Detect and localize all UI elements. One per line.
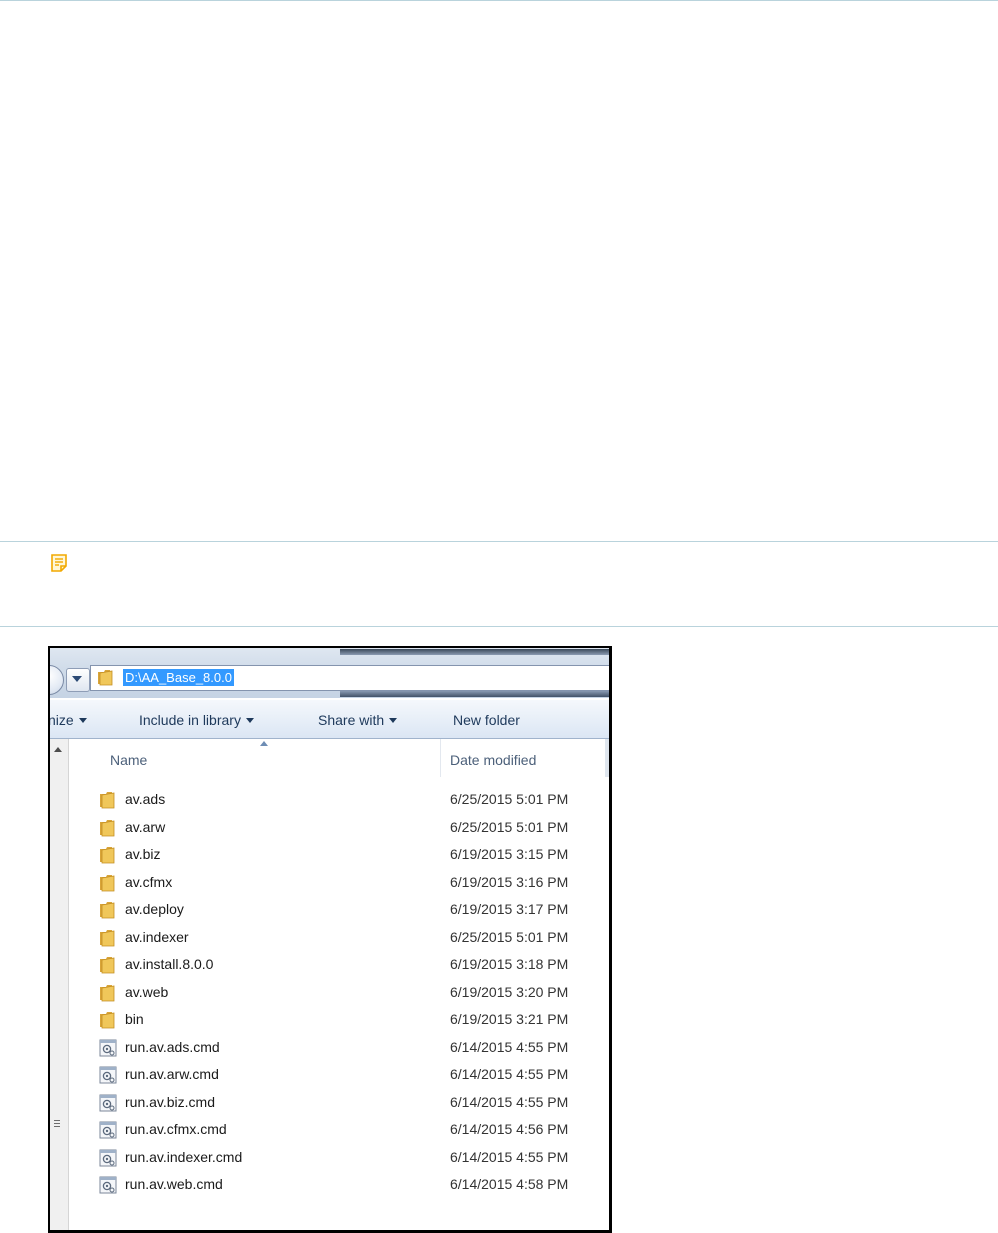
folder-icon: [100, 847, 115, 864]
cmd-file-icon: [99, 1039, 117, 1056]
note-bottom-divider: [0, 626, 998, 627]
file-name: av.biz: [125, 846, 161, 862]
folder-icon: [100, 819, 115, 836]
file-name: av.arw: [125, 818, 166, 835]
file-date-modified: 6/19/2015 3:18 PM: [450, 956, 569, 972]
file-list-item[interactable]: av.deploy 6/19/2015 3:17 PM: [69, 896, 609, 924]
file-name: av.web: [125, 983, 169, 1000]
file-date-modified: 6/14/2015 4:56 PM: [450, 1121, 569, 1137]
file-date-modified: 6/25/2015 5:01 PM: [450, 791, 569, 807]
chevron-down-icon: [72, 676, 82, 682]
file-date-modified: 6/25/2015 5:01 PM: [450, 928, 569, 945]
command-toolbar: nize Include in library Share with New f…: [50, 700, 609, 739]
back-button[interactable]: [50, 665, 64, 695]
organize-menu[interactable]: nize: [48, 711, 87, 729]
folder-icon: [100, 1012, 115, 1029]
file-name: av.deploy: [125, 901, 184, 917]
file-list-item[interactable]: av.arw 6/25/2015 5:01 PM: [69, 814, 609, 842]
address-bar[interactable]: D:\AA_Base_8.0.0: [90, 665, 609, 691]
column-separator[interactable]: [440, 739, 441, 777]
file-date-modified: 6/14/2015 4:55 PM: [450, 1038, 569, 1055]
folder-icon: [100, 984, 115, 1001]
file-name: run.av.biz.cmd: [125, 1093, 215, 1110]
navigation-pane-scrollbar[interactable]: [50, 739, 69, 1230]
file-name: run.av.arw.cmd: [125, 1066, 219, 1082]
file-list-item[interactable]: av.install.8.0.0 6/19/2015 3:18 PM: [69, 951, 609, 979]
file-date-modified: 6/25/2015 5:01 PM: [450, 818, 569, 835]
file-date-modified: 6/14/2015 4:55 PM: [450, 1066, 569, 1082]
folder-icon: [100, 902, 115, 919]
scroll-grip-icon: [54, 1120, 60, 1129]
file-name: run.av.ads.cmd: [125, 1038, 220, 1055]
file-list-item[interactable]: run.av.biz.cmd 6/14/2015 4:55 PM: [69, 1089, 609, 1117]
header-right-edge: [605, 739, 609, 777]
titlebar-shade: [340, 649, 609, 655]
file-name: bin: [125, 1011, 144, 1027]
file-date-modified: 6/19/2015 3:15 PM: [450, 846, 569, 862]
note-icon: [51, 554, 67, 572]
explorer-screenshot: D:\AA_Base_8.0.0 nize Include in library…: [48, 646, 612, 1233]
column-header: Name Date modified: [69, 739, 609, 777]
folder-icon: [98, 670, 113, 686]
file-name: run.av.indexer.cmd: [125, 1148, 243, 1165]
top-divider: [0, 0, 998, 1]
chevron-down-icon: [389, 718, 398, 723]
cmd-file-icon: [99, 1066, 117, 1084]
include-in-library-label: Include in library: [139, 712, 241, 728]
include-in-library-menu[interactable]: Include in library: [139, 711, 254, 729]
note-top-divider: [0, 541, 998, 542]
scroll-up-arrow-icon[interactable]: [54, 747, 62, 752]
folder-icon: [100, 792, 115, 809]
column-name-header[interactable]: Name: [110, 751, 147, 769]
cmd-file-icon: [99, 1094, 117, 1111]
column-date-modified-header[interactable]: Date modified: [450, 751, 536, 769]
file-list: av.ads 6/25/2015 5:01 PM av.arw 6/25/2015 …: [69, 786, 609, 1199]
file-list-item[interactable]: run.av.arw.cmd 6/14/2015 4:55 PM: [69, 1061, 609, 1089]
titlebar-shade-lower: [340, 691, 609, 697]
file-date-modified: 6/19/2015 3:20 PM: [450, 983, 569, 1000]
file-date-modified: 6/14/2015 4:55 PM: [450, 1148, 569, 1165]
recent-pages-dropdown[interactable]: [66, 668, 90, 692]
address-path[interactable]: D:\AA_Base_8.0.0: [123, 669, 234, 686]
chevron-down-icon: [245, 718, 254, 723]
file-name: run.av.cfmx.cmd: [125, 1121, 227, 1137]
organize-label: nize: [48, 712, 74, 728]
chevron-down-icon: [78, 718, 87, 723]
cmd-file-icon: [99, 1149, 117, 1166]
file-name: av.install.8.0.0: [125, 956, 214, 972]
new-folder-button[interactable]: New folder: [453, 711, 520, 729]
file-list-item[interactable]: av.web 6/19/2015 3:20 PM: [69, 979, 609, 1007]
sort-ascending-icon: [260, 741, 268, 746]
file-date-modified: 6/14/2015 4:55 PM: [450, 1093, 569, 1110]
file-date-modified: 6/14/2015 4:58 PM: [450, 1176, 569, 1192]
file-list-item[interactable]: run.av.web.cmd 6/14/2015 4:58 PM: [69, 1171, 609, 1199]
share-with-menu[interactable]: Share with: [318, 711, 398, 729]
file-date-modified: 6/19/2015 3:21 PM: [450, 1011, 569, 1027]
file-list-item[interactable]: run.av.indexer.cmd 6/14/2015 4:55 PM: [69, 1144, 609, 1172]
file-name: run.av.web.cmd: [125, 1176, 223, 1192]
file-list-item[interactable]: av.biz 6/19/2015 3:15 PM: [69, 841, 609, 869]
file-date-modified: 6/19/2015 3:17 PM: [450, 901, 569, 917]
cmd-file-icon: [99, 1176, 117, 1194]
cmd-file-icon: [99, 1121, 117, 1139]
file-name: av.ads: [125, 791, 166, 807]
folder-icon: [100, 957, 115, 974]
folder-icon: [100, 929, 115, 946]
folder-icon: [100, 874, 115, 891]
file-list-item[interactable]: run.av.ads.cmd 6/14/2015 4:55 PM: [69, 1034, 609, 1062]
share-with-label: Share with: [318, 712, 385, 728]
file-name: av.cfmx: [125, 873, 173, 890]
address-bar-region: D:\AA_Base_8.0.0: [50, 648, 609, 698]
file-date-modified: 6/19/2015 3:16 PM: [450, 873, 569, 890]
file-name: av.indexer: [125, 928, 189, 945]
file-list-item[interactable]: run.av.cfmx.cmd 6/14/2015 4:56 PM: [69, 1116, 609, 1144]
file-list-item[interactable]: av.ads 6/25/2015 5:01 PM: [69, 786, 609, 814]
file-list-item[interactable]: av.indexer 6/25/2015 5:01 PM: [69, 924, 609, 952]
file-list-item[interactable]: av.cfmx 6/19/2015 3:16 PM: [69, 869, 609, 897]
file-list-item[interactable]: bin 6/19/2015 3:21 PM: [69, 1006, 609, 1034]
